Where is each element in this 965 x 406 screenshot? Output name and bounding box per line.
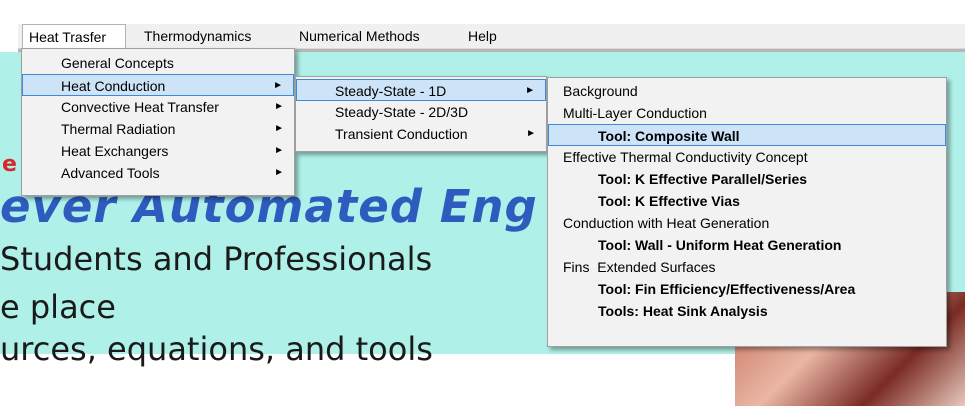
menubar-heat-transfer[interactable]: Heat Trasfer (22, 24, 126, 48)
menu-item-label: Fins Extended Surfaces (563, 259, 716, 275)
menu-item-label: Steady-State - 1D (335, 83, 447, 99)
menu-item-background[interactable]: Background (548, 80, 946, 102)
menu-item-label: Effective Thermal Conductivity Concept (563, 149, 808, 165)
submenu-arrow-icon: ► (273, 80, 283, 91)
heat-transfer-menu: General Concepts Heat Conduction ► Conve… (21, 48, 295, 196)
menu-item-label: Advanced Tools (61, 165, 160, 181)
menu-item-fins-extended-surfaces[interactable]: Fins Extended Surfaces (548, 256, 946, 278)
submenu-arrow-icon: ► (274, 123, 284, 134)
menubar-help[interactable]: Help (468, 24, 497, 48)
menu-item-label: Tools: Heat Sink Analysis (598, 303, 768, 319)
menu-item-label: Transient Conduction (335, 126, 468, 142)
menu-item-label: Thermal Radiation (61, 121, 176, 137)
menu-item-tool-composite-wall[interactable]: Tool: Composite Wall (548, 124, 946, 146)
menu-item-label: Steady-State - 2D/3D (335, 104, 469, 120)
menu-item-general-concepts[interactable]: General Concepts (22, 52, 294, 74)
menu-item-label: Tool: Wall - Uniform Heat Generation (598, 237, 842, 253)
menu-item-thermal-radiation[interactable]: Thermal Radiation ► (22, 118, 294, 140)
menu-item-steady-state-2d3d[interactable]: Steady-State - 2D/3D (296, 101, 546, 123)
menu-item-tool-k-effective-parallel-series[interactable]: Tool: K Effective Parallel/Series (548, 168, 946, 190)
menu-item-label: Heat Exchangers (61, 143, 169, 159)
menu-item-tool-wall-uniform-heat-generation[interactable]: Tool: Wall - Uniform Heat Generation (548, 234, 946, 256)
menu-item-label: Tool: Composite Wall (598, 128, 740, 144)
submenu-arrow-icon: ► (525, 85, 535, 96)
menu-item-label: Background (563, 83, 638, 99)
menu-item-heat-conduction[interactable]: Heat Conduction ► (22, 74, 294, 96)
menu-item-transient-conduction[interactable]: Transient Conduction ► (296, 123, 546, 145)
menu-item-heat-exchangers[interactable]: Heat Exchangers ► (22, 140, 294, 162)
menu-item-label: Heat Conduction (61, 78, 166, 94)
submenu-arrow-icon: ► (274, 167, 284, 178)
hero-line-3: urces, equations, and tools (0, 330, 433, 368)
submenu-arrow-icon: ► (526, 128, 536, 139)
menubar-numerical-methods[interactable]: Numerical Methods (299, 24, 420, 48)
menubar-thermodynamics[interactable]: Thermodynamics (144, 24, 251, 48)
menu-item-label: Tool: Fin Efficiency/Effectiveness/Area (598, 281, 856, 297)
steady-state-1d-submenu: Background Multi-Layer Conduction Tool: … (547, 77, 947, 347)
submenu-arrow-icon: ► (274, 101, 284, 112)
menu-item-label: Tool: K Effective Vias (598, 193, 740, 209)
menu-item-label: Tool: K Effective Parallel/Series (598, 171, 808, 187)
hero-line-2: e place (0, 288, 116, 326)
menu-item-tool-fin-efficiency[interactable]: Tool: Fin Efficiency/Effectiveness/Area (548, 278, 946, 300)
menu-item-tool-k-effective-vias[interactable]: Tool: K Effective Vias (548, 190, 946, 212)
menu-item-label: Convective Heat Transfer (61, 99, 219, 115)
submenu-arrow-icon: ► (274, 145, 284, 156)
menu-item-tools-heat-sink-analysis[interactable]: Tools: Heat Sink Analysis (548, 300, 946, 322)
menu-item-convective-heat-transfer[interactable]: Convective Heat Transfer ► (22, 96, 294, 118)
heat-conduction-submenu: Steady-State - 1D ► Steady-State - 2D/3D… (295, 76, 547, 152)
menu-item-effective-thermal-conductivity[interactable]: Effective Thermal Conductivity Concept (548, 146, 946, 168)
menubar: Heat Trasfer Thermodynamics Numerical Me… (18, 24, 965, 49)
menu-item-steady-state-1d[interactable]: Steady-State - 1D ► (296, 79, 546, 101)
menu-item-label: Multi-Layer Conduction (563, 105, 707, 121)
menu-item-label: Conduction with Heat Generation (563, 215, 770, 231)
menu-item-multi-layer-conduction[interactable]: Multi-Layer Conduction (548, 102, 946, 124)
banner-red-text: e (2, 152, 17, 177)
menu-item-conduction-heat-generation[interactable]: Conduction with Heat Generation (548, 212, 946, 234)
hero-line-1: Students and Professionals (0, 240, 433, 278)
menu-item-label: General Concepts (61, 55, 174, 71)
menu-item-advanced-tools[interactable]: Advanced Tools ► (22, 162, 294, 184)
